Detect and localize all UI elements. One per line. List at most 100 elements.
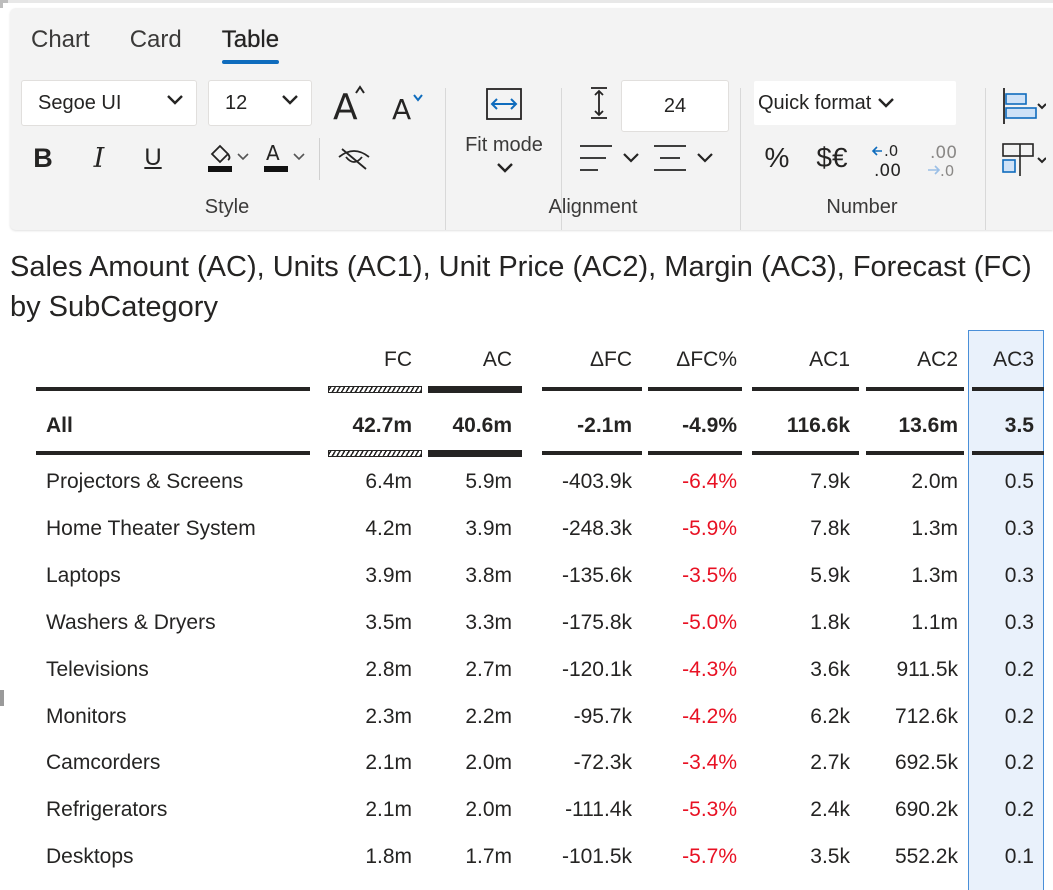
table-cell-fc[interactable]: 4.2m [365, 517, 412, 541]
table-cell-ac[interactable]: 3.3m [465, 611, 512, 635]
table-row-label[interactable]: Washers & Dryers [46, 611, 216, 635]
table-cell-delta-fc-pct[interactable]: -4.2% [682, 705, 737, 729]
total-cell-ac3[interactable]: 3.5 [1005, 414, 1034, 438]
table-cell-delta-fc-pct[interactable]: -4.3% [682, 658, 737, 682]
table-cell-ac1[interactable]: 2.7k [810, 751, 850, 775]
total-cell-fc[interactable]: 42.7m [352, 414, 412, 438]
column-header-delta-fc-pct[interactable]: ΔFC% [676, 348, 737, 372]
table-cell-delta-fc[interactable]: -175.8k [562, 611, 632, 635]
table-cell-ac2[interactable]: 1.1m [911, 611, 958, 635]
row-height-input[interactable]: 24 [621, 80, 729, 132]
table-cell-ac1[interactable]: 7.9k [810, 470, 850, 494]
table-cell-ac[interactable]: 2.0m [465, 798, 512, 822]
table-cell-ac[interactable]: 5.9m [465, 470, 512, 494]
table-cell-ac1[interactable]: 3.6k [810, 658, 850, 682]
tab-chart[interactable]: Chart [31, 26, 90, 64]
table-cell-ac2[interactable]: 552.2k [895, 845, 958, 869]
currency-format-button[interactable]: $€ [810, 138, 854, 178]
column-header-delta-fc[interactable]: ΔFC [590, 348, 632, 372]
table-row-label[interactable]: Monitors [46, 705, 127, 729]
column-header-ac[interactable]: AC [483, 348, 512, 372]
table-cell-delta-fc-pct[interactable]: -6.4% [682, 470, 737, 494]
table-row-label[interactable]: Televisions [46, 658, 149, 682]
tab-table[interactable]: Table [221, 26, 280, 64]
table-cell-delta-fc[interactable]: -120.1k [562, 658, 632, 682]
total-cell-ac2[interactable]: 13.6m [898, 414, 958, 438]
table-cell-ac1[interactable]: 3.5k [810, 845, 850, 869]
table-cell-ac2[interactable]: 712.6k [895, 705, 958, 729]
table-cell-ac2[interactable]: 690.2k [895, 798, 958, 822]
total-cell-delta-fc-pct[interactable]: -4.9% [682, 414, 737, 438]
table-cell-fc[interactable]: 2.3m [365, 705, 412, 729]
column-header-fc[interactable]: FC [384, 348, 412, 372]
column-header-ac3[interactable]: AC3 [993, 348, 1034, 372]
horizontal-align-button[interactable] [576, 138, 652, 178]
bar-chart-icon[interactable] [1000, 86, 1046, 126]
table-row-label[interactable]: Refrigerators [46, 798, 167, 822]
percent-format-button[interactable]: % [760, 138, 794, 178]
table-cell-ac[interactable]: 3.8m [465, 564, 512, 588]
table-cell-delta-fc[interactable]: -403.9k [562, 470, 632, 494]
fit-mode-button[interactable]: Fit mode [458, 134, 550, 157]
total-cell-ac1[interactable]: 116.6k [787, 414, 850, 438]
table-cell-fc[interactable]: 6.4m [365, 470, 412, 494]
table-cell-delta-fc[interactable]: -248.3k [562, 517, 632, 541]
bold-button[interactable]: B [28, 138, 58, 178]
increase-font-size-icon[interactable]: A [328, 80, 370, 126]
italic-button[interactable]: I [84, 138, 114, 178]
table-cell-delta-fc-pct[interactable]: -3.5% [682, 564, 737, 588]
table-cell-ac1[interactable]: 5.9k [810, 564, 850, 588]
quick-format-dropdown[interactable]: Quick format [753, 80, 957, 126]
table-cell-ac3[interactable]: 0.2 [1005, 751, 1034, 775]
table-cell-fc[interactable]: 1.8m [365, 845, 412, 869]
decrease-font-size-icon[interactable]: A [388, 86, 428, 126]
table-cell-ac[interactable]: 2.7m [465, 658, 512, 682]
table-row-label[interactable]: Laptops [46, 564, 121, 588]
table-cell-ac1[interactable]: 7.8k [810, 517, 850, 541]
table-cell-ac3[interactable]: 0.2 [1005, 705, 1034, 729]
table-row-label[interactable]: Desktops [46, 845, 134, 869]
vertical-align-button[interactable] [652, 138, 728, 178]
font-family-dropdown[interactable]: Segoe UI [21, 80, 197, 126]
table-cell-ac3[interactable]: 0.3 [1005, 564, 1034, 588]
table-row-label[interactable]: Home Theater System [46, 517, 256, 541]
total-cell-ac[interactable]: 40.6m [452, 414, 512, 438]
table-cell-ac1[interactable]: 2.4k [810, 798, 850, 822]
table-cell-delta-fc-pct[interactable]: -5.9% [682, 517, 737, 541]
table-cell-ac1[interactable]: 6.2k [810, 705, 850, 729]
table-cell-ac2[interactable]: 2.0m [911, 470, 958, 494]
table-cell-ac3[interactable]: 0.2 [1005, 658, 1034, 682]
table-cell-delta-fc-pct[interactable]: -5.7% [682, 845, 737, 869]
underline-button[interactable]: U [138, 138, 168, 178]
table-cell-fc[interactable]: 3.5m [365, 611, 412, 635]
table-cell-ac2[interactable]: 911.5k [897, 658, 959, 682]
table-cell-ac3[interactable]: 0.5 [1005, 470, 1034, 494]
table-cell-fc[interactable]: 2.1m [365, 751, 412, 775]
table-cell-ac[interactable]: 1.7m [465, 845, 512, 869]
column-header-ac1[interactable]: AC1 [809, 348, 850, 372]
table-cell-delta-fc[interactable]: -111.4k [565, 798, 632, 822]
tab-card[interactable]: Card [130, 26, 182, 64]
table-cell-ac1[interactable]: 1.8k [810, 611, 850, 635]
hide-icon[interactable] [336, 140, 372, 176]
decrease-decimals-icon[interactable]: .0 .00 [868, 140, 908, 180]
increase-decimals-icon[interactable]: .00 .0 [924, 140, 964, 180]
table-cell-delta-fc[interactable]: -95.7k [574, 705, 632, 729]
variance-chart-icon[interactable] [1000, 140, 1046, 180]
table-cell-ac2[interactable]: 1.3m [911, 517, 958, 541]
font-size-dropdown[interactable]: 12 [208, 80, 312, 126]
table-cell-ac3[interactable]: 0.1 [1005, 845, 1034, 869]
table-row-label[interactable]: Projectors & Screens [46, 470, 243, 494]
table-cell-ac3[interactable]: 0.3 [1005, 517, 1034, 541]
table-row-label[interactable]: Camcorders [46, 751, 160, 775]
total-cell-delta-fc[interactable]: -2.1m [577, 414, 632, 438]
table-cell-delta-fc-pct[interactable]: -5.0% [682, 611, 737, 635]
table-cell-delta-fc-pct[interactable]: -5.3% [682, 798, 737, 822]
table-cell-ac[interactable]: 2.2m [465, 705, 512, 729]
table-cell-delta-fc[interactable]: -72.3k [574, 751, 632, 775]
table-cell-ac3[interactable]: 0.3 [1005, 611, 1034, 635]
table-cell-ac3[interactable]: 0.2 [1005, 798, 1034, 822]
font-color-button[interactable]: A [262, 136, 312, 180]
table-cell-ac2[interactable]: 692.5k [895, 751, 958, 775]
table-cell-fc[interactable]: 3.9m [365, 564, 412, 588]
